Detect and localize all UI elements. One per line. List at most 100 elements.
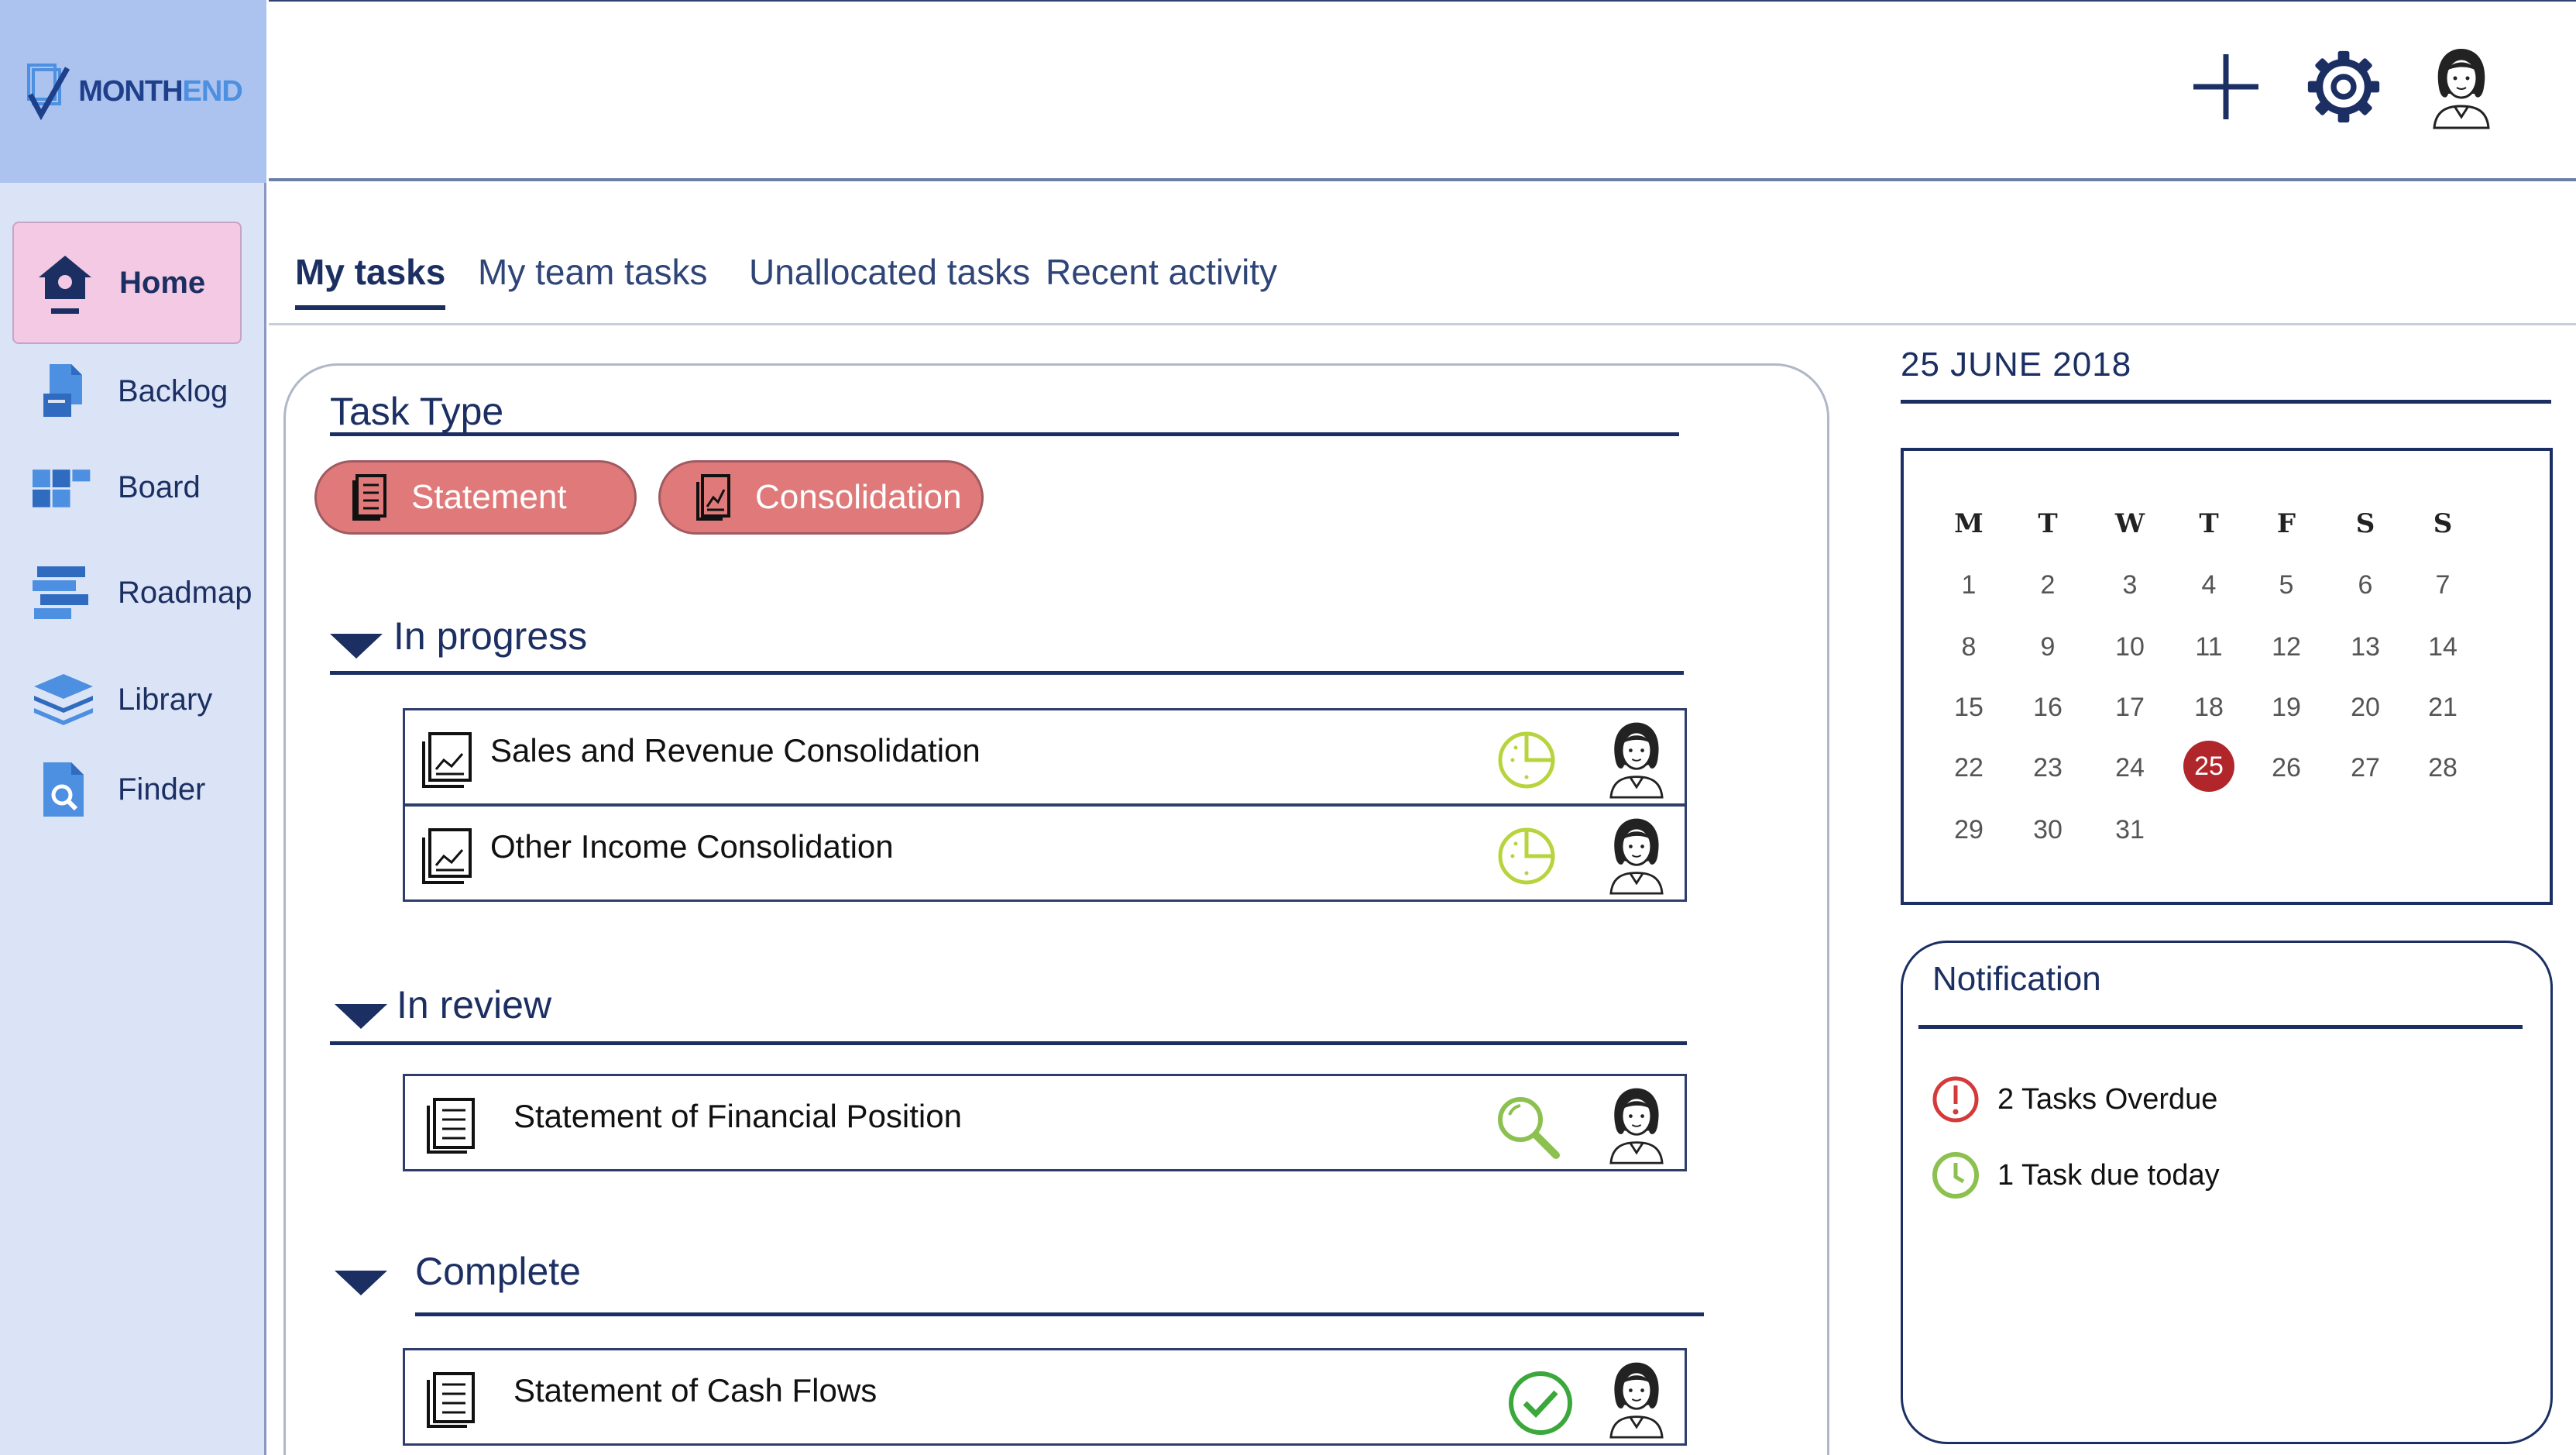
- alert-circle-icon: [1932, 1076, 1979, 1123]
- calendar-day[interactable]: 30: [2017, 815, 2079, 845]
- assignee-avatar-icon: [1609, 722, 1664, 799]
- calendar-day[interactable]: 19: [2255, 693, 2317, 723]
- calendar-day[interactable]: 2: [2017, 570, 2079, 600]
- section-heading-in-progress: In progress: [393, 614, 588, 658]
- divider: [330, 671, 1684, 675]
- calendar-day[interactable]: 14: [2412, 632, 2474, 662]
- task-row[interactable]: Other Income Consolidation: [403, 804, 1687, 902]
- task-name: Sales and Revenue Consolidation: [490, 732, 981, 769]
- sidebar-item-board[interactable]: Board: [12, 429, 242, 545]
- calendar-day[interactable]: 17: [2099, 693, 2161, 723]
- app-root: MONTHEND Home Backlog Board Roadmap Libr…: [0, 0, 2576, 1455]
- divider: [330, 1041, 1687, 1045]
- divider: [415, 1312, 1704, 1316]
- collapse-in-progress-caret[interactable]: [330, 634, 383, 659]
- calendar-weekday-header: T: [2038, 508, 2058, 539]
- calendar-weekday-header: M: [1954, 508, 1984, 539]
- top-bar: [269, 0, 2576, 181]
- sidebar-item-finder[interactable]: Finder: [12, 731, 242, 848]
- layers-icon: [33, 669, 94, 731]
- clock-icon: [1932, 1152, 1979, 1199]
- sidebar: MONTHEND Home Backlog Board Roadmap Libr…: [0, 0, 266, 1455]
- tab-my-team-tasks[interactable]: My team tasks: [478, 251, 708, 305]
- logo-wordmark: MONTHEND: [78, 74, 243, 108]
- calendar-day[interactable]: 18: [2178, 693, 2240, 723]
- notification-item-overdue[interactable]: 2 Tasks Overdue: [1931, 1075, 2217, 1124]
- calendar-day[interactable]: 3: [2099, 570, 2161, 600]
- task-type-heading: Task Type: [330, 390, 504, 433]
- sidebar-item-label: Finder: [118, 772, 206, 807]
- assignee-avatar-icon: [1609, 1088, 1664, 1164]
- sidebar-item-label: Home: [119, 265, 206, 300]
- task-row[interactable]: Statement of Cash Flows: [403, 1348, 1687, 1446]
- calendar-day[interactable]: 21: [2412, 693, 2474, 723]
- calendar-weekday-header: W: [2114, 508, 2145, 539]
- calendar-weekday-header: T: [2199, 508, 2219, 539]
- tab-unallocated-tasks[interactable]: Unallocated tasks: [749, 251, 1030, 305]
- logo-checkmark-icon: [27, 64, 70, 121]
- calendar: M T W T F S S 1 2 3 4 5 6 7 8 9 10 11 12 13 14 15 16 17 18 19 20 21…: [1901, 448, 2553, 905]
- logo[interactable]: MONTHEND: [0, 0, 266, 183]
- calendar-day[interactable]: 7: [2412, 570, 2474, 600]
- top-actions: [2189, 45, 2499, 129]
- task-row[interactable]: Sales and Revenue Consolidation: [403, 708, 1687, 806]
- collapse-in-review-caret[interactable]: [335, 1004, 387, 1029]
- notification-text: 2 Tasks Overdue: [1997, 1082, 2218, 1116]
- calendar-day[interactable]: 26: [2255, 753, 2317, 783]
- divider: [330, 432, 1679, 436]
- section-heading-complete: Complete: [415, 1250, 581, 1293]
- settings-button[interactable]: [2306, 45, 2381, 129]
- board-grid-icon: [33, 456, 94, 518]
- calendar-day[interactable]: 27: [2334, 753, 2396, 783]
- chart-doc-icon: [422, 732, 472, 788]
- calendar-day[interactable]: 16: [2017, 693, 2079, 723]
- calendar-day[interactable]: 28: [2412, 753, 2474, 783]
- sidebar-item-roadmap[interactable]: Roadmap: [12, 535, 252, 651]
- section-heading-in-review: In review: [397, 983, 552, 1027]
- calendar-day[interactable]: 22: [1938, 753, 2000, 783]
- calendar-day[interactable]: 9: [2017, 632, 2079, 662]
- calendar-day[interactable]: 6: [2334, 570, 2396, 600]
- calendar-day[interactable]: 8: [1938, 632, 2000, 662]
- task-name: Statement of Financial Position: [513, 1098, 962, 1134]
- task-row[interactable]: Statement of Financial Position: [403, 1074, 1687, 1171]
- calendar-day[interactable]: 5: [2255, 570, 2317, 600]
- consolidation-doc-icon: [696, 474, 730, 521]
- calendar-day[interactable]: 1: [1938, 570, 2000, 600]
- notification-text: 1 Task due today: [1997, 1158, 2220, 1192]
- sidebar-item-label: Library: [118, 682, 213, 717]
- calendar-day[interactable]: 15: [1938, 693, 2000, 723]
- notification-item-due-today[interactable]: 1 Task due today: [1931, 1151, 2220, 1200]
- collapse-complete-caret[interactable]: [335, 1271, 387, 1295]
- user-avatar[interactable]: [2424, 45, 2499, 129]
- roadmap-bars-icon: [33, 562, 94, 624]
- calendar-day[interactable]: 12: [2255, 632, 2317, 662]
- calendar-day[interactable]: 24: [2099, 753, 2161, 783]
- calendar-day[interactable]: 29: [1938, 815, 2000, 845]
- notification-panel: Notification 2 Tasks Overdue 1 Task due …: [1901, 941, 2553, 1444]
- calendar-day[interactable]: 20: [2334, 693, 2396, 723]
- calendar-day[interactable]: 23: [2017, 753, 2079, 783]
- divider: [1901, 400, 2551, 404]
- tab-recent-activity[interactable]: Recent activity: [1046, 251, 1277, 305]
- calendar-day[interactable]: 11: [2178, 632, 2240, 662]
- calendar-day[interactable]: 4: [2178, 570, 2240, 600]
- tab-my-tasks[interactable]: My tasks: [295, 251, 446, 310]
- notification-title: Notification: [1932, 960, 2101, 998]
- magnifier-icon: [1498, 1097, 1560, 1159]
- chip-consolidation[interactable]: Consolidation: [658, 460, 984, 535]
- plus-icon: [2193, 54, 2258, 119]
- add-button[interactable]: [2189, 45, 2263, 129]
- sidebar-item-label: Board: [118, 470, 201, 504]
- document-search-icon: [33, 758, 94, 820]
- sidebar-item-home[interactable]: Home: [12, 222, 242, 344]
- calendar-day[interactable]: 31: [2099, 815, 2161, 845]
- chip-label: Statement: [411, 478, 567, 516]
- chart-doc-icon: [422, 828, 472, 884]
- calendar-day[interactable]: 13: [2334, 632, 2396, 662]
- chip-statement[interactable]: Statement: [314, 460, 637, 535]
- calendar-day[interactable]: 10: [2099, 632, 2161, 662]
- calendar-weekday-header: S: [2355, 508, 2375, 539]
- task-tabs: My tasks My team tasks Unallocated tasks…: [269, 181, 2576, 325]
- calendar-day-today[interactable]: 25: [2183, 741, 2234, 792]
